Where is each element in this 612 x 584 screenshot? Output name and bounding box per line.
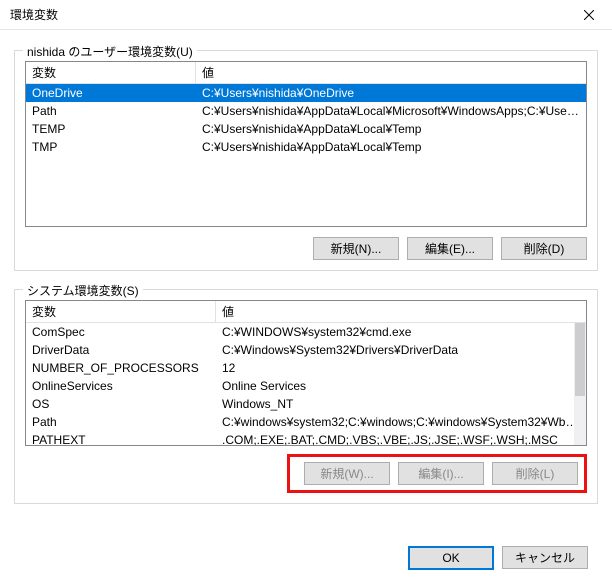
user-vars-group: nishida のユーザー環境変数(U) 変数 値 OneDriveC:¥Use…	[14, 50, 598, 271]
cell-value: 12	[216, 361, 586, 375]
cell-variable: OS	[26, 397, 216, 411]
col-variable[interactable]: 変数	[26, 301, 216, 322]
user-vars-header: 変数 値	[26, 62, 586, 84]
sys-vars-buttons-highlighted: 新規(W)... 編集(I)... 削除(L)	[287, 454, 587, 493]
cell-variable: NUMBER_OF_PROCESSORS	[26, 361, 216, 375]
col-variable[interactable]: 変数	[26, 62, 196, 83]
table-row[interactable]: PathC:¥Users¥nishida¥AppData¥Local¥Micro…	[26, 102, 586, 120]
cell-variable: PATHEXT	[26, 433, 216, 446]
cell-variable: OnlineServices	[26, 379, 216, 393]
cell-value: C:¥Users¥nishida¥OneDrive	[196, 86, 586, 100]
dialog-buttons: OK キャンセル	[0, 532, 612, 584]
cell-value: C:¥windows¥system32;C:¥windows;C:¥window…	[216, 415, 586, 429]
table-row[interactable]: OSWindows_NT	[26, 395, 586, 413]
table-row[interactable]: ComSpecC:¥WINDOWS¥system32¥cmd.exe	[26, 323, 586, 341]
cell-variable: DriverData	[26, 343, 216, 357]
sys-scrollbar[interactable]	[574, 323, 586, 445]
sys-edit-button[interactable]: 編集(I)...	[398, 462, 484, 485]
window-title: 環境変数	[10, 6, 58, 23]
close-button[interactable]	[566, 0, 612, 30]
cell-variable: TMP	[26, 140, 196, 154]
user-vars-rows: OneDriveC:¥Users¥nishida¥OneDrivePathC:¥…	[26, 84, 586, 156]
cell-value: C:¥WINDOWS¥system32¥cmd.exe	[216, 325, 586, 339]
table-row[interactable]: PATHEXT.COM;.EXE;.BAT;.CMD;.VBS;.VBE;.JS…	[26, 431, 586, 446]
sys-vars-legend: システム環境変数(S)	[23, 282, 143, 299]
cell-value: C:¥Users¥nishida¥AppData¥Local¥Temp	[196, 122, 586, 136]
env-vars-dialog: 環境変数 nishida のユーザー環境変数(U) 変数 値 OneDriveC…	[0, 0, 612, 584]
table-row[interactable]: DriverDataC:¥Windows¥System32¥Drivers¥Dr…	[26, 341, 586, 359]
ok-button[interactable]: OK	[408, 546, 494, 570]
titlebar: 環境変数	[0, 0, 612, 30]
cell-value: C:¥Users¥nishida¥AppData¥Local¥Temp	[196, 140, 586, 154]
user-vars-buttons: 新規(N)... 編集(E)... 削除(D)	[25, 237, 587, 260]
sys-vars-list[interactable]: 変数 値 ComSpecC:¥WINDOWS¥system32¥cmd.exeD…	[25, 300, 587, 446]
sys-delete-button[interactable]: 削除(L)	[492, 462, 578, 485]
table-row[interactable]: NUMBER_OF_PROCESSORS12	[26, 359, 586, 377]
sys-vars-group: システム環境変数(S) 変数 値 ComSpecC:¥WINDOWS¥syste…	[14, 289, 598, 504]
table-row[interactable]: OnlineServicesOnline Services	[26, 377, 586, 395]
table-row[interactable]: TMPC:¥Users¥nishida¥AppData¥Local¥Temp	[26, 138, 586, 156]
cell-value: C:¥Users¥nishida¥AppData¥Local¥Microsoft…	[196, 104, 586, 118]
table-row[interactable]: TEMPC:¥Users¥nishida¥AppData¥Local¥Temp	[26, 120, 586, 138]
user-delete-button[interactable]: 削除(D)	[501, 237, 587, 260]
col-value[interactable]: 値	[196, 62, 586, 83]
table-row[interactable]: OneDriveC:¥Users¥nishida¥OneDrive	[26, 84, 586, 102]
cell-variable: Path	[26, 104, 196, 118]
cell-value: Online Services	[216, 379, 586, 393]
user-edit-button[interactable]: 編集(E)...	[407, 237, 493, 260]
cancel-button[interactable]: キャンセル	[502, 546, 588, 569]
user-vars-list[interactable]: 変数 値 OneDriveC:¥Users¥nishida¥OneDrivePa…	[25, 61, 587, 227]
cell-value: C:¥Windows¥System32¥Drivers¥DriverData	[216, 343, 586, 357]
scrollbar-thumb[interactable]	[575, 323, 585, 396]
cell-variable: TEMP	[26, 122, 196, 136]
cell-variable: Path	[26, 415, 216, 429]
cell-value: .COM;.EXE;.BAT;.CMD;.VBS;.VBE;.JS;.JSE;.…	[216, 433, 586, 446]
user-vars-legend: nishida のユーザー環境変数(U)	[23, 43, 197, 60]
col-value[interactable]: 値	[216, 301, 586, 322]
user-new-button[interactable]: 新規(N)...	[313, 237, 399, 260]
table-row[interactable]: PathC:¥windows¥system32;C:¥windows;C:¥wi…	[26, 413, 586, 431]
sys-new-button[interactable]: 新規(W)...	[304, 462, 390, 485]
close-icon	[584, 10, 594, 20]
sys-vars-rows: ComSpecC:¥WINDOWS¥system32¥cmd.exeDriver…	[26, 323, 586, 446]
content-area: nishida のユーザー環境変数(U) 変数 値 OneDriveC:¥Use…	[0, 30, 612, 532]
cell-variable: OneDrive	[26, 86, 196, 100]
sys-vars-header: 変数 値	[26, 301, 586, 323]
cell-variable: ComSpec	[26, 325, 216, 339]
cell-value: Windows_NT	[216, 397, 586, 411]
